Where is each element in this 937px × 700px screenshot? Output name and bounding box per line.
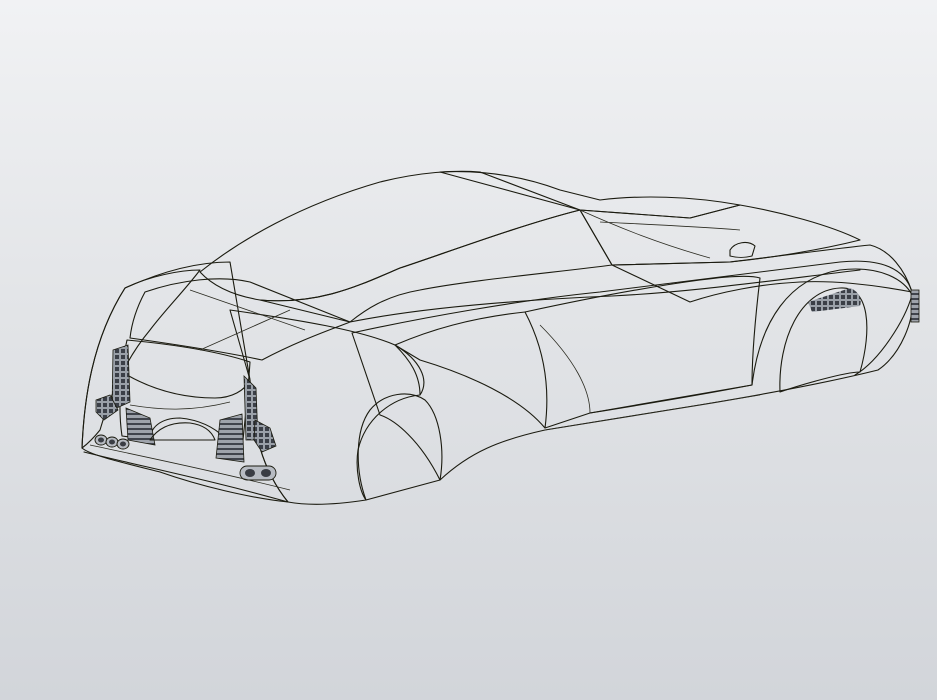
roof-panel (199, 170, 581, 302)
rocker-line-lower (544, 394, 761, 431)
rear-vent-right (215, 413, 245, 463)
car-body-3d-model[interactable] (0, 0, 937, 700)
shoulder-line (349, 269, 861, 323)
side-body-panel (351, 260, 914, 481)
rear-diffuser (149, 422, 216, 441)
side-mirror (729, 241, 756, 259)
front-wheel-arch-liner (808, 288, 861, 312)
exhaust-right (239, 465, 277, 481)
rear-wheel-arch (357, 393, 443, 501)
left-taillight-grille (111, 344, 131, 411)
door-swage-line (539, 324, 591, 414)
windshield (579, 204, 861, 266)
rear-valance-curve (129, 401, 231, 410)
cad-graphics-viewport[interactable] (0, 0, 937, 700)
front-grille (910, 289, 920, 323)
right-taillight-cluster (253, 419, 277, 453)
door-seam (524, 311, 548, 429)
deck-center-stripe (189, 289, 306, 351)
front-fender-edge (751, 268, 913, 386)
rear-spoiler-curve (126, 374, 249, 399)
door-panel (394, 275, 761, 429)
rocker-line (589, 384, 753, 414)
